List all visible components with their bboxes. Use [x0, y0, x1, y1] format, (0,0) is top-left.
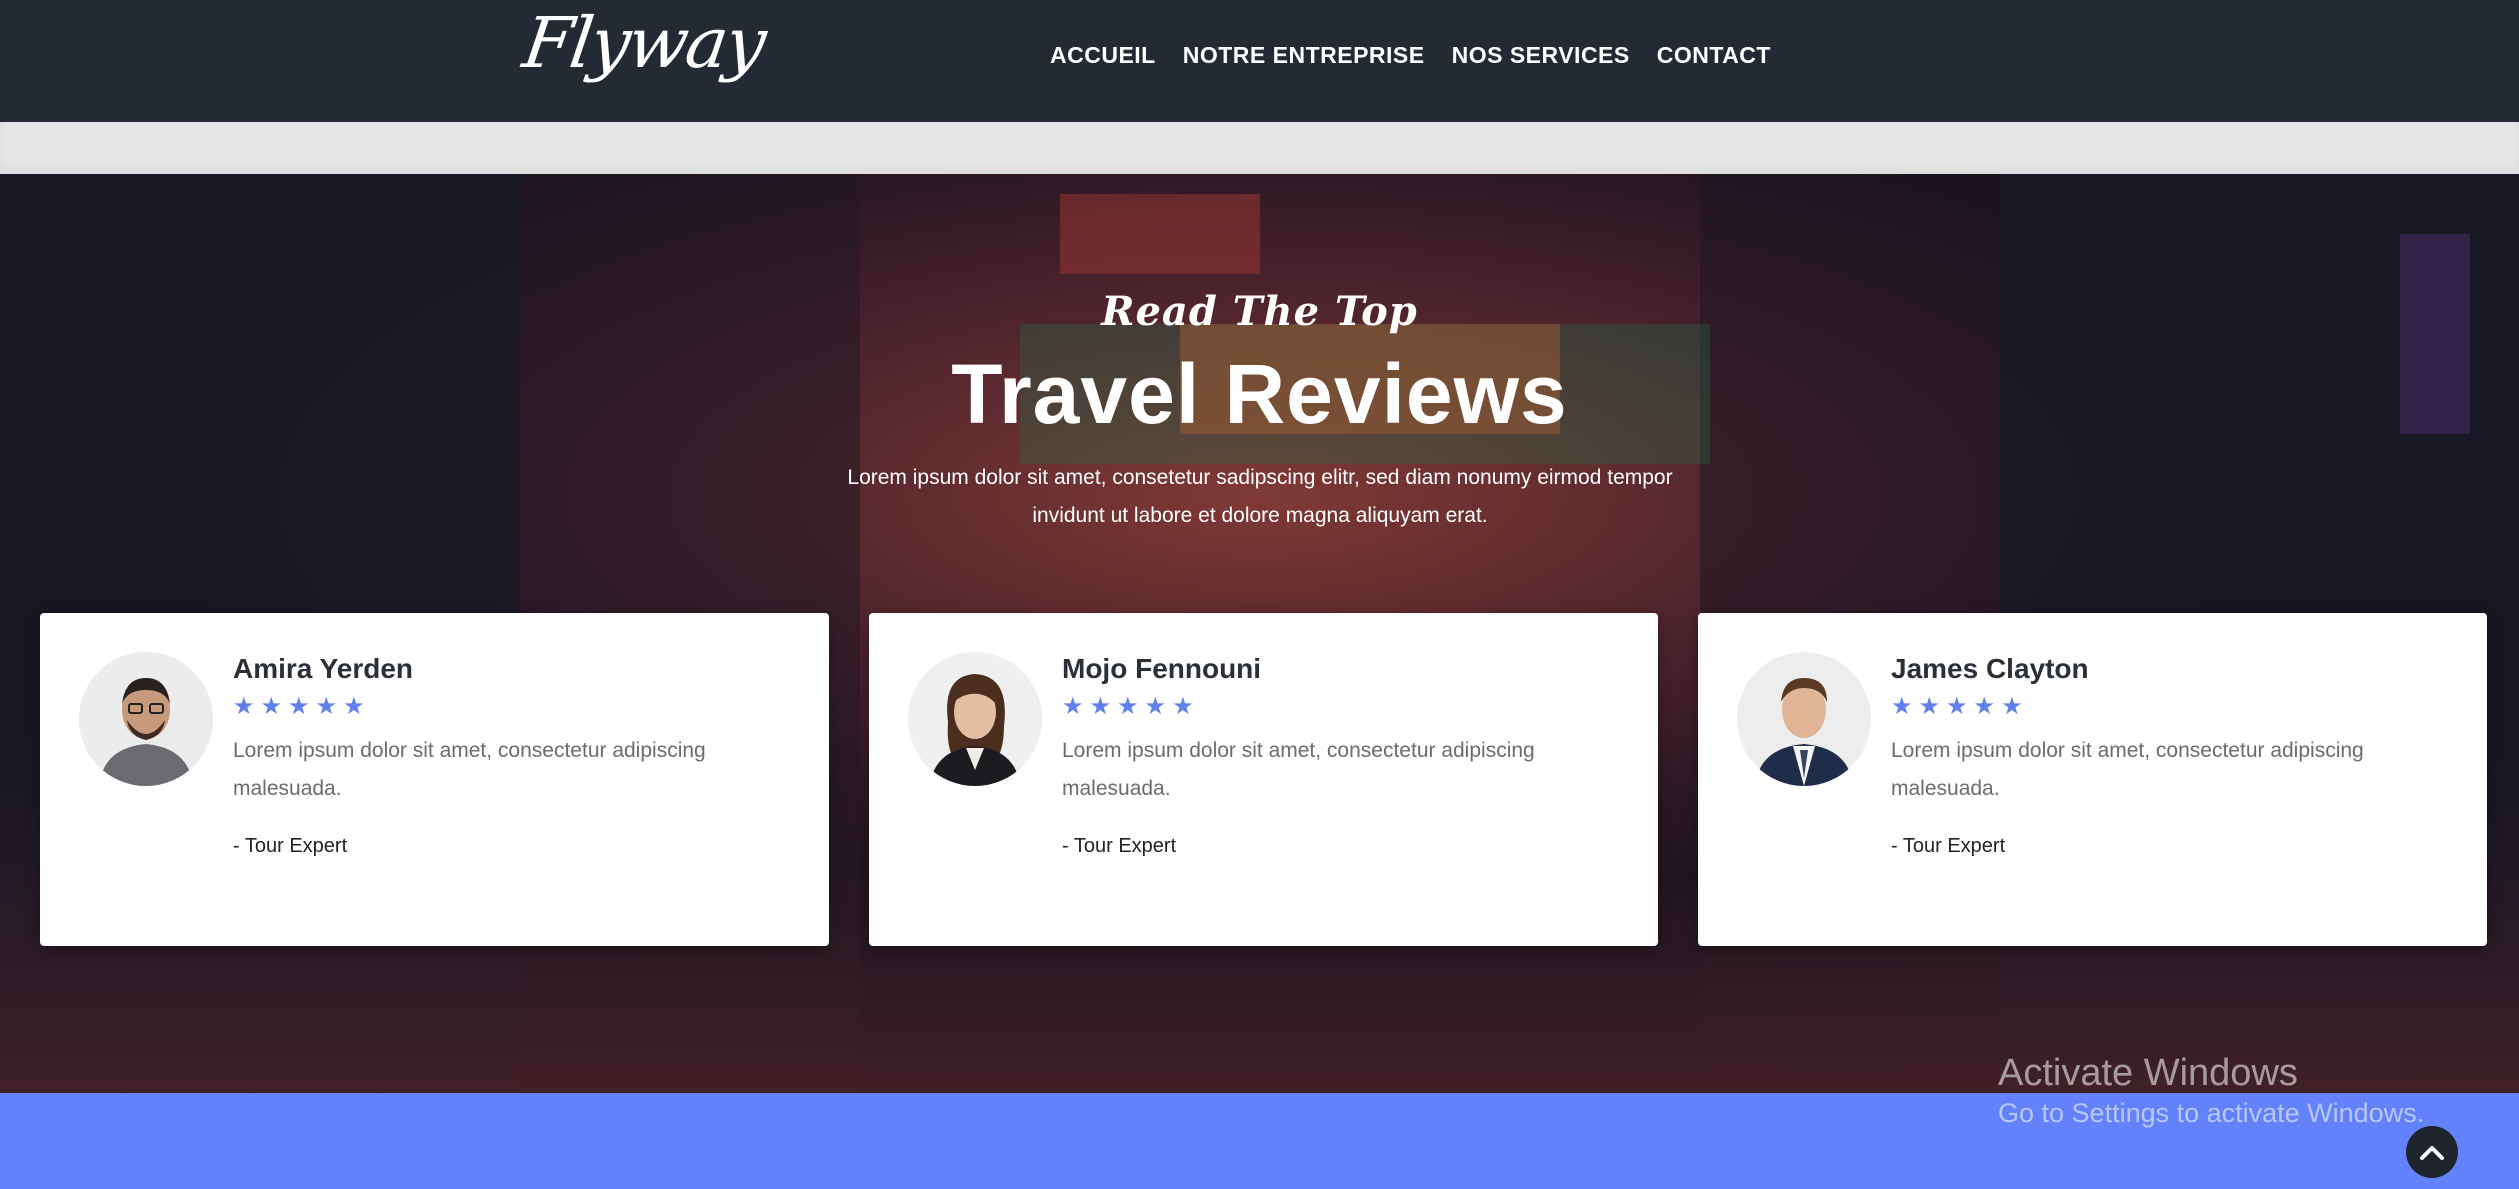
- reviewer-role: - Tour Expert: [1891, 835, 2006, 857]
- reviews-section: Read The Top Travel Reviews Lorem ipsum …: [0, 174, 2519, 1093]
- reviewer-name: Amira Yerden: [233, 653, 414, 684]
- star-icon: ★: [260, 693, 283, 720]
- star-icon: ★: [1918, 693, 1941, 720]
- reviewer-name: Mojo Fennouni: [1062, 653, 1262, 684]
- star-icon: ★: [1172, 693, 1194, 720]
- star-icon: ★: [1117, 693, 1139, 720]
- nav-item-contact[interactable]: CONTACT: [1657, 42, 1771, 69]
- star-icon: ★: [1144, 693, 1167, 720]
- avatar: [79, 652, 213, 786]
- star-rating: ★ ★ ★ ★ ★: [1062, 695, 1194, 719]
- review-text: Lorem ipsum dolor sit amet, consectetur …: [1891, 739, 2364, 800]
- review-text: Lorem ipsum dolor sit amet, consectetur …: [1062, 739, 1535, 800]
- star-icon: ★: [1089, 693, 1112, 720]
- nav-item-nos-services[interactable]: NOS SERVICES: [1452, 42, 1630, 69]
- star-icon: ★: [1946, 693, 1968, 720]
- section-kicker: Read The Top: [1101, 288, 1418, 335]
- avatar: [1737, 652, 1871, 786]
- review-card: James Clayton ★ ★ ★ ★ ★ Lorem ipsum dolo…: [1698, 613, 2487, 946]
- review-card: Mojo Fennouni ★ ★ ★ ★ ★ Lorem ipsum dolo…: [869, 613, 1658, 946]
- star-icon: ★: [1891, 693, 1913, 720]
- footer-band: [0, 1093, 2519, 1189]
- nav-item-accueil[interactable]: ACCUEIL: [1050, 42, 1156, 69]
- header-divider-band: [0, 122, 2519, 174]
- scroll-to-top-button[interactable]: [2406, 1126, 2458, 1178]
- section-description: Lorem ipsum dolor sit amet, consetetur s…: [847, 466, 1673, 527]
- star-icon: ★: [2001, 693, 2023, 720]
- star-rating: ★ ★ ★ ★ ★: [233, 695, 365, 719]
- star-icon: ★: [343, 693, 365, 720]
- nav-item-notre-entreprise[interactable]: NOTRE ENTREPRISE: [1183, 42, 1425, 69]
- review-card: Amira Yerden ★ ★ ★ ★ ★ Lorem ipsum dolor…: [40, 613, 829, 946]
- reviewer-role: - Tour Expert: [1062, 835, 1177, 857]
- site-logo[interactable]: Flyway: [518, 2, 769, 84]
- main-nav: ACCUEIL NOTRE ENTREPRISE NOS SERVICES CO…: [1050, 42, 1771, 69]
- star-icon: ★: [1973, 693, 1996, 720]
- star-icon: ★: [315, 693, 338, 720]
- site-header: Flyway ACCUEIL NOTRE ENTREPRISE NOS SERV…: [0, 0, 2519, 122]
- star-icon: ★: [1062, 693, 1084, 720]
- star-icon: ★: [233, 693, 255, 720]
- review-text: Lorem ipsum dolor sit amet, consectetur …: [233, 739, 706, 800]
- reviewer-name: James Clayton: [1891, 653, 2089, 684]
- avatar: [908, 652, 1042, 786]
- star-rating: ★ ★ ★ ★ ★: [1891, 695, 2023, 719]
- star-icon: ★: [288, 693, 310, 720]
- reviewer-role: - Tour Expert: [233, 835, 348, 857]
- chevron-up-icon: [2420, 1146, 2444, 1160]
- section-title: Travel Reviews: [951, 347, 1568, 441]
